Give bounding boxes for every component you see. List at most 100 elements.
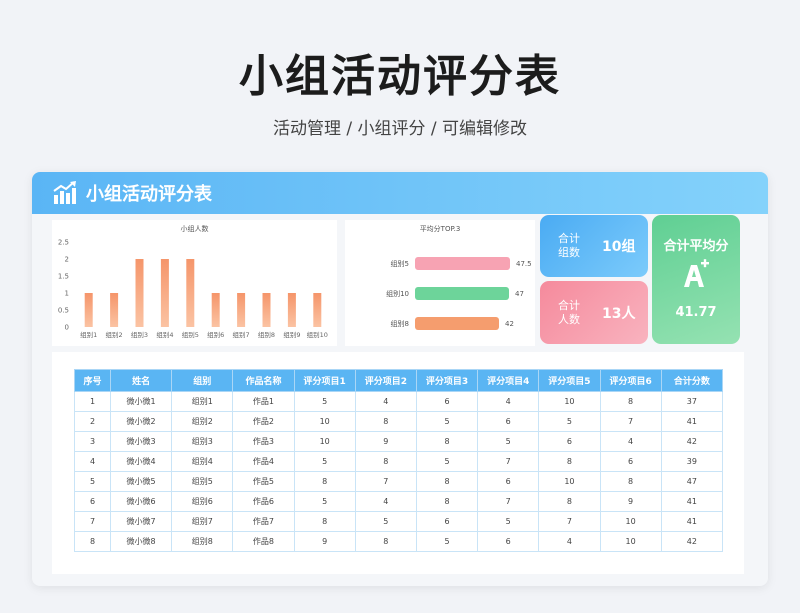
table-cell: 8 bbox=[599, 471, 662, 492]
top3-bar bbox=[415, 257, 510, 270]
score-table: 序号 姓名 组别 作品名称 评分项目1 评分项目2 评分项目3 评分项目4 评分项目5 评分项目6… bbox=[74, 369, 724, 552]
y-tick-label: 0.5 bbox=[58, 307, 69, 315]
total-groups-label: 合计组数 bbox=[558, 232, 580, 259]
table-cell: 8 bbox=[538, 491, 601, 512]
table-cell: 6 bbox=[415, 511, 479, 532]
table-cell: 5 bbox=[293, 451, 356, 472]
top3-chart-panel: 平均分TOP.3 组别5 47.5 组别10 47 组别8 42 bbox=[345, 220, 535, 346]
total-people-card: 合计人数 13人 bbox=[540, 281, 648, 344]
y-tick-label: 2 bbox=[65, 256, 69, 264]
table-cell: 组别5 bbox=[171, 471, 234, 492]
table-cell: 5 bbox=[293, 491, 356, 512]
table-cell: 6 bbox=[599, 451, 662, 472]
table-cell: 8 bbox=[415, 471, 479, 492]
table-cell: 6 bbox=[74, 491, 111, 512]
table-row[interactable]: 7 微小微7 组别7 作品7 8 5 6 5 7 10 41 bbox=[74, 511, 724, 532]
table-cell: 微小微4 bbox=[109, 451, 173, 472]
table-header-cell: 评分项目6 bbox=[599, 369, 662, 392]
top3-bar-chart: 组别5 47.5 组别10 47 组别8 42 bbox=[386, 257, 532, 330]
table-cell: 8 bbox=[354, 451, 417, 472]
table-cell: 组别2 bbox=[171, 411, 234, 432]
y-tick-label: 组别10 bbox=[386, 289, 409, 298]
table-cell: 微小微5 bbox=[109, 471, 173, 492]
total-average-value: 41.77 bbox=[675, 305, 717, 320]
x-tick-label: 组别4 bbox=[156, 330, 173, 339]
table-row[interactable]: 5 微小微5 组别5 作品5 8 7 8 6 10 8 47 bbox=[74, 471, 724, 492]
score-card: 小组活动评分表 小组人数 0 0.5 1 1.5 2 2.5 组别1 组别2 组别3 组别4 组别5… bbox=[32, 172, 768, 586]
table-cell: 47 bbox=[660, 471, 724, 492]
card-header: 小组活动评分表 bbox=[32, 172, 768, 214]
group-size-chart-panel: 小组人数 0 0.5 1 1.5 2 2.5 组别1 组别2 组别3 组别4 组别5 组别6 组别7 组别… bbox=[52, 220, 337, 346]
bar bbox=[313, 293, 322, 327]
table-header-cell: 评分项目2 bbox=[354, 369, 417, 392]
page-title: 小组活动评分表 bbox=[239, 51, 561, 102]
table-cell: 9 bbox=[293, 531, 356, 552]
table-cell: 39 bbox=[660, 451, 724, 472]
table-header-cell: 评分项目4 bbox=[477, 369, 540, 392]
total-groups-value: 10组 bbox=[602, 239, 636, 255]
table-cell: 9 bbox=[599, 491, 662, 512]
table-body: 1 微小微1 组别1 作品1 5 4 6 4 10 8 37 2 微小微2 组别2 作品2 10 8 5 6 5 7 41… bbox=[74, 391, 724, 552]
table-cell: 8 bbox=[293, 471, 356, 492]
table-cell: 8 bbox=[354, 531, 417, 552]
table-cell: 微小微1 bbox=[109, 391, 173, 412]
table-cell: 4 bbox=[599, 431, 662, 452]
table-cell: 作品7 bbox=[232, 511, 295, 532]
table-cell: 8 bbox=[538, 451, 601, 472]
table-cell: 41 bbox=[660, 511, 724, 532]
x-tick-label: 组别3 bbox=[131, 330, 148, 339]
table-cell: 37 bbox=[660, 391, 724, 412]
data-label: 47 bbox=[515, 290, 524, 298]
bar-chart-growth-icon bbox=[53, 181, 76, 204]
table-cell: 2 bbox=[74, 411, 111, 432]
table-cell: 组别7 bbox=[171, 511, 234, 532]
table-cell: 42 bbox=[660, 431, 724, 452]
x-tick-label: 组别1 bbox=[80, 330, 97, 339]
top3-bar bbox=[415, 317, 499, 330]
table-cell: 微小微2 bbox=[109, 411, 173, 432]
total-people-label: 合计人数 bbox=[558, 298, 580, 326]
table-cell: 10 bbox=[538, 391, 601, 412]
table-cell: 1 bbox=[74, 391, 111, 412]
table-row[interactable]: 8 微小微8 组别8 作品8 9 8 5 6 4 10 42 bbox=[74, 531, 724, 552]
table-cell: 作品8 bbox=[232, 531, 295, 552]
page-subtitle: 活动管理 / 小组评分 / 可编辑修改 bbox=[272, 119, 528, 139]
bar bbox=[160, 259, 169, 327]
y-tick-label: 0 bbox=[65, 324, 69, 332]
bar bbox=[211, 293, 220, 327]
table-row[interactable]: 2 微小微2 组别2 作品2 10 8 5 6 5 7 41 bbox=[74, 411, 724, 432]
table-cell: 7 bbox=[599, 411, 662, 432]
table-cell: 组别1 bbox=[171, 391, 234, 412]
table-row[interactable]: 6 微小微6 组别6 作品6 5 4 8 7 8 9 41 bbox=[74, 491, 724, 512]
table-row[interactable]: 1 微小微1 组别1 作品1 5 4 6 4 10 8 37 bbox=[74, 391, 724, 412]
table-cell: 作品6 bbox=[232, 491, 295, 512]
table-cell: 4 bbox=[477, 391, 540, 412]
x-tick-label: 组别10 bbox=[307, 330, 328, 339]
table-row[interactable]: 3 微小微3 组别3 作品3 10 9 8 5 6 4 42 bbox=[74, 431, 724, 452]
table-cell: 7 bbox=[354, 471, 417, 492]
table-header-cell: 作品名称 bbox=[232, 369, 295, 392]
table-cell: 组别6 bbox=[171, 491, 234, 512]
table-cell: 作品1 bbox=[232, 391, 295, 412]
table-cell: 4 bbox=[354, 491, 417, 512]
table-cell: 5 bbox=[538, 411, 601, 432]
table-header-cell: 评分项目1 bbox=[293, 369, 356, 392]
data-label: 42 bbox=[505, 320, 514, 328]
table-cell: 作品4 bbox=[232, 451, 295, 472]
x-tick-label: 组别9 bbox=[283, 330, 300, 339]
y-tick-label: 2.5 bbox=[58, 239, 69, 247]
table-header-cell: 序号 bbox=[74, 369, 111, 392]
table-cell: 8 bbox=[74, 531, 111, 552]
table-cell: 4 bbox=[354, 391, 417, 412]
bar bbox=[84, 293, 93, 327]
table-cell: 组别4 bbox=[171, 451, 234, 472]
table-header-row: 序号 姓名 组别 作品名称 评分项目1 评分项目2 评分项目3 评分项目4 评分项目5 评分项目6… bbox=[74, 369, 724, 392]
table-cell: 6 bbox=[538, 431, 601, 452]
table-cell: 作品5 bbox=[232, 471, 295, 492]
y-tick-label: 1.5 bbox=[58, 273, 69, 281]
table-row[interactable]: 4 微小微4 组别4 作品4 5 8 5 7 8 6 39 bbox=[74, 451, 724, 472]
total-average-label: 合计平均分 bbox=[663, 239, 729, 254]
x-tick-label: 组别7 bbox=[233, 330, 250, 339]
table-cell: 41 bbox=[660, 411, 724, 432]
table-cell: 3 bbox=[74, 431, 111, 452]
